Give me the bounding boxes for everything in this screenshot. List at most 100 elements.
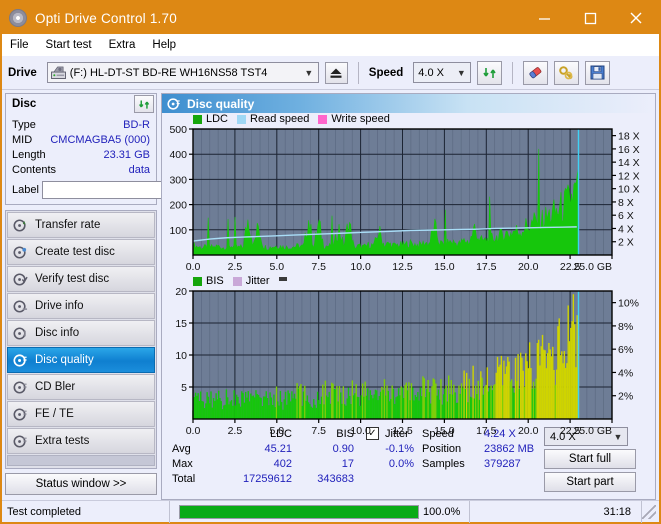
eraser-icon bbox=[527, 65, 544, 81]
chevron-down-icon[interactable]: ▼ bbox=[302, 68, 316, 78]
erase-button[interactable] bbox=[523, 61, 548, 85]
disc-contents-value: data bbox=[129, 164, 150, 176]
sidebar-item-fe-te[interactable]: FE / TE bbox=[7, 401, 155, 427]
drive-icon bbox=[51, 66, 66, 79]
sidebar-item-extra-tests[interactable]: Extra tests bbox=[7, 428, 155, 454]
svg-text:20: 20 bbox=[175, 287, 187, 298]
disc-panel-header: Disc bbox=[5, 93, 157, 114]
svg-text:200: 200 bbox=[169, 200, 187, 212]
sidebar-item-label: CD Bler bbox=[35, 381, 75, 393]
status-window-button[interactable]: Status window >> bbox=[5, 473, 157, 495]
disc-type-value: BD-R bbox=[123, 119, 150, 131]
chart-ldc[interactable]: 1002003004005002 X4 X6 X8 X10 X12 X14 X1… bbox=[162, 125, 655, 275]
svg-text:15: 15 bbox=[175, 318, 187, 330]
stats-avg-ldc: 45.21 bbox=[214, 441, 292, 456]
maximize-icon[interactable] bbox=[567, 2, 613, 34]
legend-label-read-speed: Read speed bbox=[250, 113, 309, 125]
svg-text:12 X: 12 X bbox=[618, 170, 640, 182]
eject-button[interactable] bbox=[325, 62, 348, 84]
svg-text:7.5: 7.5 bbox=[311, 425, 326, 437]
jitter-value-1: -0.1% bbox=[366, 441, 422, 456]
disc-quality-header: Disc quality bbox=[162, 94, 655, 113]
stats-row-label-avg: Avg bbox=[172, 441, 214, 456]
menu-item-extra[interactable]: Extra bbox=[109, 39, 136, 51]
chevron-down-icon[interactable]: ▼ bbox=[454, 68, 468, 78]
disc-length-label: Length bbox=[12, 149, 46, 161]
save-button[interactable] bbox=[585, 61, 610, 85]
sidebar-item-cd-bler[interactable]: CD Bler bbox=[7, 374, 155, 400]
right-panel: Disc quality LDC Read speed Write speed … bbox=[161, 93, 656, 500]
svg-text:400: 400 bbox=[169, 149, 187, 161]
menu-item-file[interactable]: File bbox=[10, 39, 29, 51]
sidebar-item-drive-info[interactable]: Drive info bbox=[7, 293, 155, 319]
legend-label-jitter: Jitter bbox=[246, 275, 270, 287]
legend-swatch-extra bbox=[279, 277, 287, 281]
menu-item-start-test[interactable]: Start test bbox=[46, 39, 92, 51]
close-icon[interactable] bbox=[613, 2, 659, 34]
stats-row-label-total: Total bbox=[172, 471, 214, 486]
keys-button[interactable] bbox=[554, 61, 579, 85]
speed-value: 4.0 X bbox=[418, 67, 444, 79]
disc-refresh-button[interactable] bbox=[134, 95, 154, 113]
svg-text:17.5: 17.5 bbox=[476, 261, 497, 273]
sidebar-item-label: Disc info bbox=[35, 327, 79, 339]
start-full-button[interactable]: Start full bbox=[544, 449, 636, 469]
sidebar-item-verify-test-disc[interactable]: Verify test disc bbox=[7, 266, 155, 292]
chart-bis[interactable]: 51015202%4%6%8%10%0.02.55.07.510.012.515… bbox=[162, 287, 655, 439]
svg-text:10%: 10% bbox=[618, 298, 639, 310]
start-full-label: Start full bbox=[569, 453, 611, 465]
svg-text:100: 100 bbox=[169, 225, 187, 237]
drive-select[interactable]: (F:) HL-DT-ST BD-RE WH16NS58 TST4 ▼ bbox=[47, 62, 319, 83]
app-icon bbox=[9, 9, 27, 27]
right-value-position: 23862 MB bbox=[484, 441, 544, 456]
svg-text:5.0: 5.0 bbox=[269, 261, 284, 273]
svg-text:10.0: 10.0 bbox=[350, 425, 371, 437]
legend-swatch-jitter bbox=[233, 277, 242, 286]
resize-grip[interactable] bbox=[642, 505, 656, 519]
svg-text:17.5: 17.5 bbox=[476, 425, 497, 437]
refresh-icon bbox=[138, 98, 151, 111]
disc-info-row: MID CMCMAGBA5 (000) bbox=[12, 132, 150, 147]
disc-label-row: Label bbox=[12, 180, 150, 199]
status-bar: Test completed 100.0% 31:18 bbox=[2, 500, 659, 522]
disc-write-icon bbox=[13, 245, 28, 260]
progress-fill bbox=[180, 506, 418, 518]
svg-text:20.0: 20.0 bbox=[518, 261, 539, 273]
svg-text:7.5: 7.5 bbox=[311, 261, 326, 273]
svg-text:6%: 6% bbox=[618, 344, 633, 356]
disc-panel-title: Disc bbox=[12, 98, 36, 110]
start-part-label: Start part bbox=[566, 476, 613, 488]
status-message: Test completed bbox=[2, 501, 170, 523]
disc-mid-label: MID bbox=[12, 134, 32, 146]
chart2-legend: BIS Jitter bbox=[162, 275, 655, 287]
eject-icon bbox=[329, 67, 343, 79]
menu-item-help[interactable]: Help bbox=[152, 39, 176, 51]
svg-text:2 X: 2 X bbox=[618, 237, 634, 249]
svg-text:25.0 GB: 25.0 GB bbox=[573, 261, 612, 273]
sidebar-item-transfer-rate[interactable]: Transfer rate bbox=[7, 212, 155, 238]
sidebar-item-disc-info[interactable]: Disc info bbox=[7, 320, 155, 346]
start-part-button[interactable]: Start part bbox=[544, 472, 636, 492]
speed-label: Speed bbox=[369, 67, 404, 79]
legend-swatch-read-speed bbox=[237, 115, 246, 124]
speed-select[interactable]: 4.0 X ▼ bbox=[413, 62, 471, 83]
sidebar-item-create-test-disc[interactable]: Create test disc bbox=[7, 239, 155, 265]
app-window: Opti Drive Control 1.70 File Start test … bbox=[0, 0, 661, 524]
refresh-button[interactable] bbox=[477, 61, 502, 85]
minimize-icon[interactable] bbox=[521, 2, 567, 34]
left-panel: Disc Type BD-R MID CMCMAGBA5 (000) bbox=[5, 93, 157, 500]
sidebar-item-disc-quality[interactable]: Disc quality bbox=[7, 347, 155, 373]
disc-quality-icon bbox=[13, 353, 28, 368]
legend-label-write-speed: Write speed bbox=[331, 113, 390, 125]
disc-contents-label: Contents bbox=[12, 164, 56, 176]
svg-text:14 X: 14 X bbox=[618, 157, 640, 169]
charts-area: LDC Read speed Write speed 1002003004005… bbox=[162, 113, 655, 423]
svg-text:10 X: 10 X bbox=[618, 184, 640, 196]
svg-text:5.0: 5.0 bbox=[269, 425, 284, 437]
progress-text: 100.0% bbox=[423, 506, 460, 518]
svg-text:8 X: 8 X bbox=[618, 197, 634, 209]
stats-total-bis: 343683 bbox=[292, 471, 354, 486]
sidebar-item-label: Extra tests bbox=[35, 435, 89, 447]
refresh-icon bbox=[482, 65, 498, 81]
toolbar-separator-1 bbox=[358, 62, 359, 84]
